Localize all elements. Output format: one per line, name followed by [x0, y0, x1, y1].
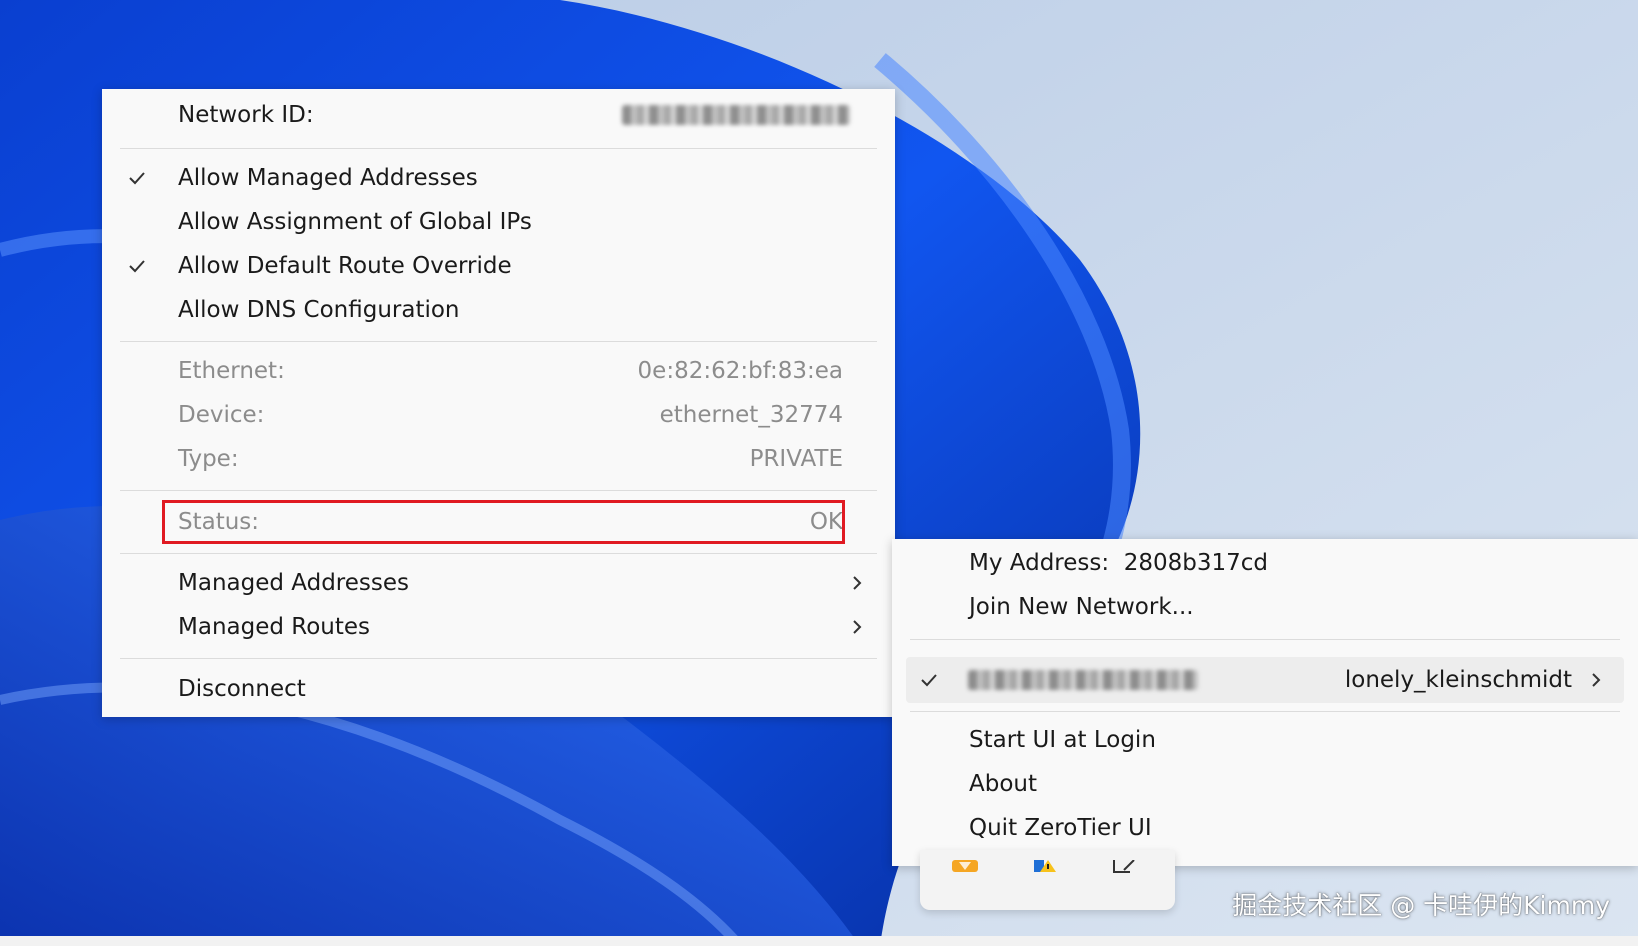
check-icon: [129, 260, 145, 273]
info-device: Device: ethernet_32774: [102, 395, 895, 435]
option-label: Allow DNS Configuration: [178, 297, 460, 323]
status-highlight-box: [162, 500, 845, 544]
watermark: 掘金技术社区 @ 卡哇伊的Kimmy: [1232, 891, 1610, 920]
separator: [120, 148, 877, 149]
submenu-managed-addresses[interactable]: Managed Addresses: [102, 563, 895, 603]
network-context-menu: Network ID: Allow Managed Addresses Allo…: [102, 89, 895, 717]
network-id-row: Network ID:: [102, 95, 895, 135]
info-value: PRIVATE: [749, 446, 843, 472]
about-item[interactable]: About: [892, 764, 1638, 804]
separator: [120, 341, 877, 342]
info-label: Type:: [178, 446, 239, 472]
network-name: lonely_kleinschmidt: [1344, 667, 1572, 693]
network-entry[interactable]: lonely_kleinschmidt: [892, 660, 1638, 700]
join-network-label: Join New Network...: [969, 594, 1194, 620]
chevron-right-icon: [853, 576, 862, 590]
menu-item-label: About: [969, 771, 1038, 797]
option-allow-dns[interactable]: Allow DNS Configuration: [102, 290, 895, 330]
info-type: Type: PRIVATE: [102, 439, 895, 479]
my-address-row[interactable]: My Address: 2808b317cd: [892, 543, 1638, 583]
separator: [120, 658, 877, 659]
separator: [120, 490, 877, 491]
join-network-item[interactable]: Join New Network...: [892, 587, 1638, 627]
option-allow-global-ips[interactable]: Allow Assignment of Global IPs: [102, 202, 895, 242]
submenu-managed-routes[interactable]: Managed Routes: [102, 607, 895, 647]
separator: [120, 553, 877, 554]
zerotier-tray-icon[interactable]: [950, 860, 980, 884]
quit-item[interactable]: Quit ZeroTier UI: [892, 808, 1638, 848]
windows-security-icon[interactable]: [1030, 860, 1060, 884]
info-ethernet: Ethernet: 0e:82:62:bf:83:ea: [102, 351, 895, 391]
my-address-value: 2808b317cd: [1123, 550, 1269, 576]
start-ui-at-login-item[interactable]: Start UI at Login: [892, 720, 1638, 760]
chevron-right-icon: [1592, 673, 1601, 687]
option-allow-managed-addresses[interactable]: Allow Managed Addresses: [102, 158, 895, 198]
pen-icon[interactable]: [1110, 860, 1140, 884]
info-value: ethernet_32774: [659, 402, 843, 428]
separator: [910, 711, 1620, 712]
disconnect-item[interactable]: Disconnect: [102, 669, 895, 709]
network-id-redacted: [968, 670, 1198, 690]
option-allow-default-route[interactable]: Allow Default Route Override: [102, 246, 895, 286]
tray-context-menu: My Address: 2808b317cd Join New Network.…: [892, 539, 1638, 866]
network-id-redacted: [622, 105, 850, 125]
tray-overflow-popup: [920, 850, 1175, 910]
separator: [910, 639, 1620, 640]
option-label: Allow Default Route Override: [178, 253, 512, 279]
menu-item-label: Start UI at Login: [969, 727, 1156, 753]
submenu-label: Managed Addresses: [178, 570, 409, 596]
info-value: 0e:82:62:bf:83:ea: [637, 358, 843, 384]
option-label: Allow Managed Addresses: [178, 165, 478, 191]
check-icon: [921, 674, 937, 687]
submenu-label: Managed Routes: [178, 614, 371, 640]
my-address-text: My Address: 2808b317cd: [969, 550, 1268, 576]
menu-item-label: Quit ZeroTier UI: [969, 815, 1152, 841]
info-label: Device:: [178, 402, 265, 428]
info-label: Ethernet:: [178, 358, 285, 384]
network-id-label: Network ID:: [178, 102, 314, 128]
option-label: Allow Assignment of Global IPs: [178, 209, 532, 235]
screen-bottom-strip: [0, 936, 1638, 946]
check-icon: [129, 172, 145, 185]
disconnect-label: Disconnect: [178, 676, 306, 702]
my-address-label: My Address:: [969, 550, 1110, 576]
chevron-right-icon: [853, 620, 862, 634]
